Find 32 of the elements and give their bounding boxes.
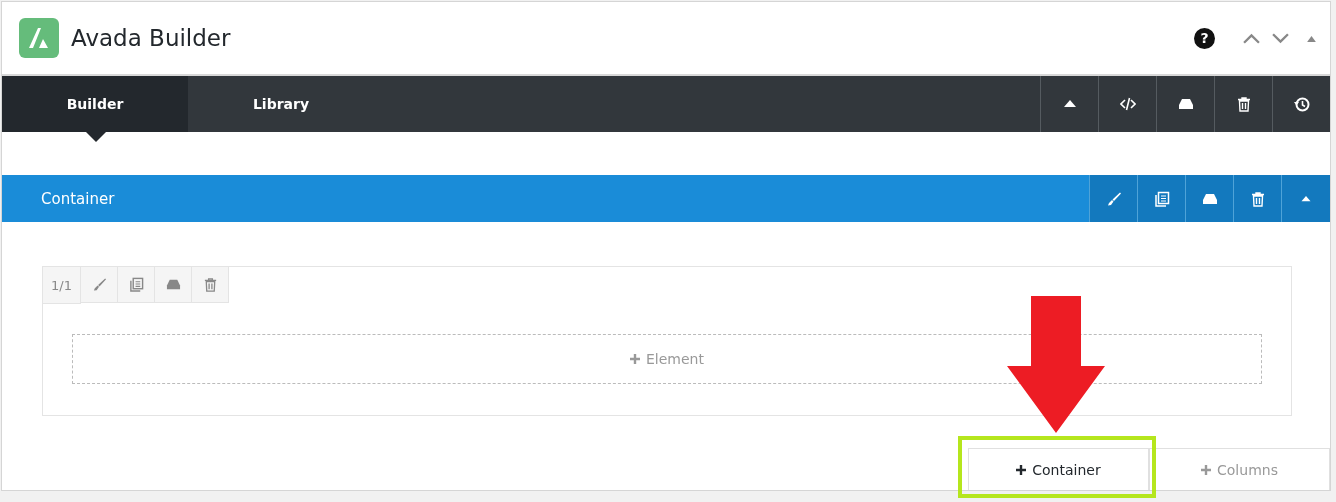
trash-icon bbox=[1249, 190, 1266, 207]
chevron-down-icon bbox=[1272, 32, 1289, 44]
trash-icon bbox=[1235, 96, 1252, 112]
code-icon bbox=[1119, 96, 1136, 112]
plus-icon bbox=[1201, 464, 1212, 475]
plus-icon bbox=[630, 354, 640, 364]
column-action-button[interactable] bbox=[155, 267, 192, 303]
plus-icon bbox=[1016, 464, 1027, 475]
copy-icon bbox=[1153, 190, 1170, 207]
help-button[interactable]: ? bbox=[1194, 27, 1215, 49]
column-action-button[interactable] bbox=[192, 267, 229, 303]
copy-icon bbox=[128, 277, 144, 292]
pen-icon bbox=[91, 277, 107, 292]
container-action-button[interactable] bbox=[1137, 175, 1185, 222]
container-action-button[interactable] bbox=[1233, 175, 1281, 222]
drive-icon bbox=[1177, 96, 1194, 112]
toggle-button[interactable] bbox=[1307, 34, 1316, 42]
column-action-button[interactable] bbox=[118, 267, 155, 303]
container-title: Container bbox=[41, 189, 115, 208]
trash-icon bbox=[202, 277, 218, 292]
move-up-button[interactable] bbox=[1243, 32, 1260, 44]
history-icon bbox=[1293, 96, 1310, 112]
tab-pointer bbox=[86, 132, 106, 142]
app-title: Avada Builder bbox=[71, 25, 231, 51]
pen-icon bbox=[1105, 190, 1122, 207]
drive-icon bbox=[165, 277, 181, 292]
add-button[interactable]: Container bbox=[968, 448, 1149, 490]
app-logo-icon bbox=[19, 18, 59, 58]
triangle-icon bbox=[1307, 34, 1316, 42]
chevron-up-icon bbox=[1243, 32, 1260, 44]
container-action-button[interactable] bbox=[1185, 175, 1233, 222]
move-down-button[interactable] bbox=[1272, 32, 1289, 44]
